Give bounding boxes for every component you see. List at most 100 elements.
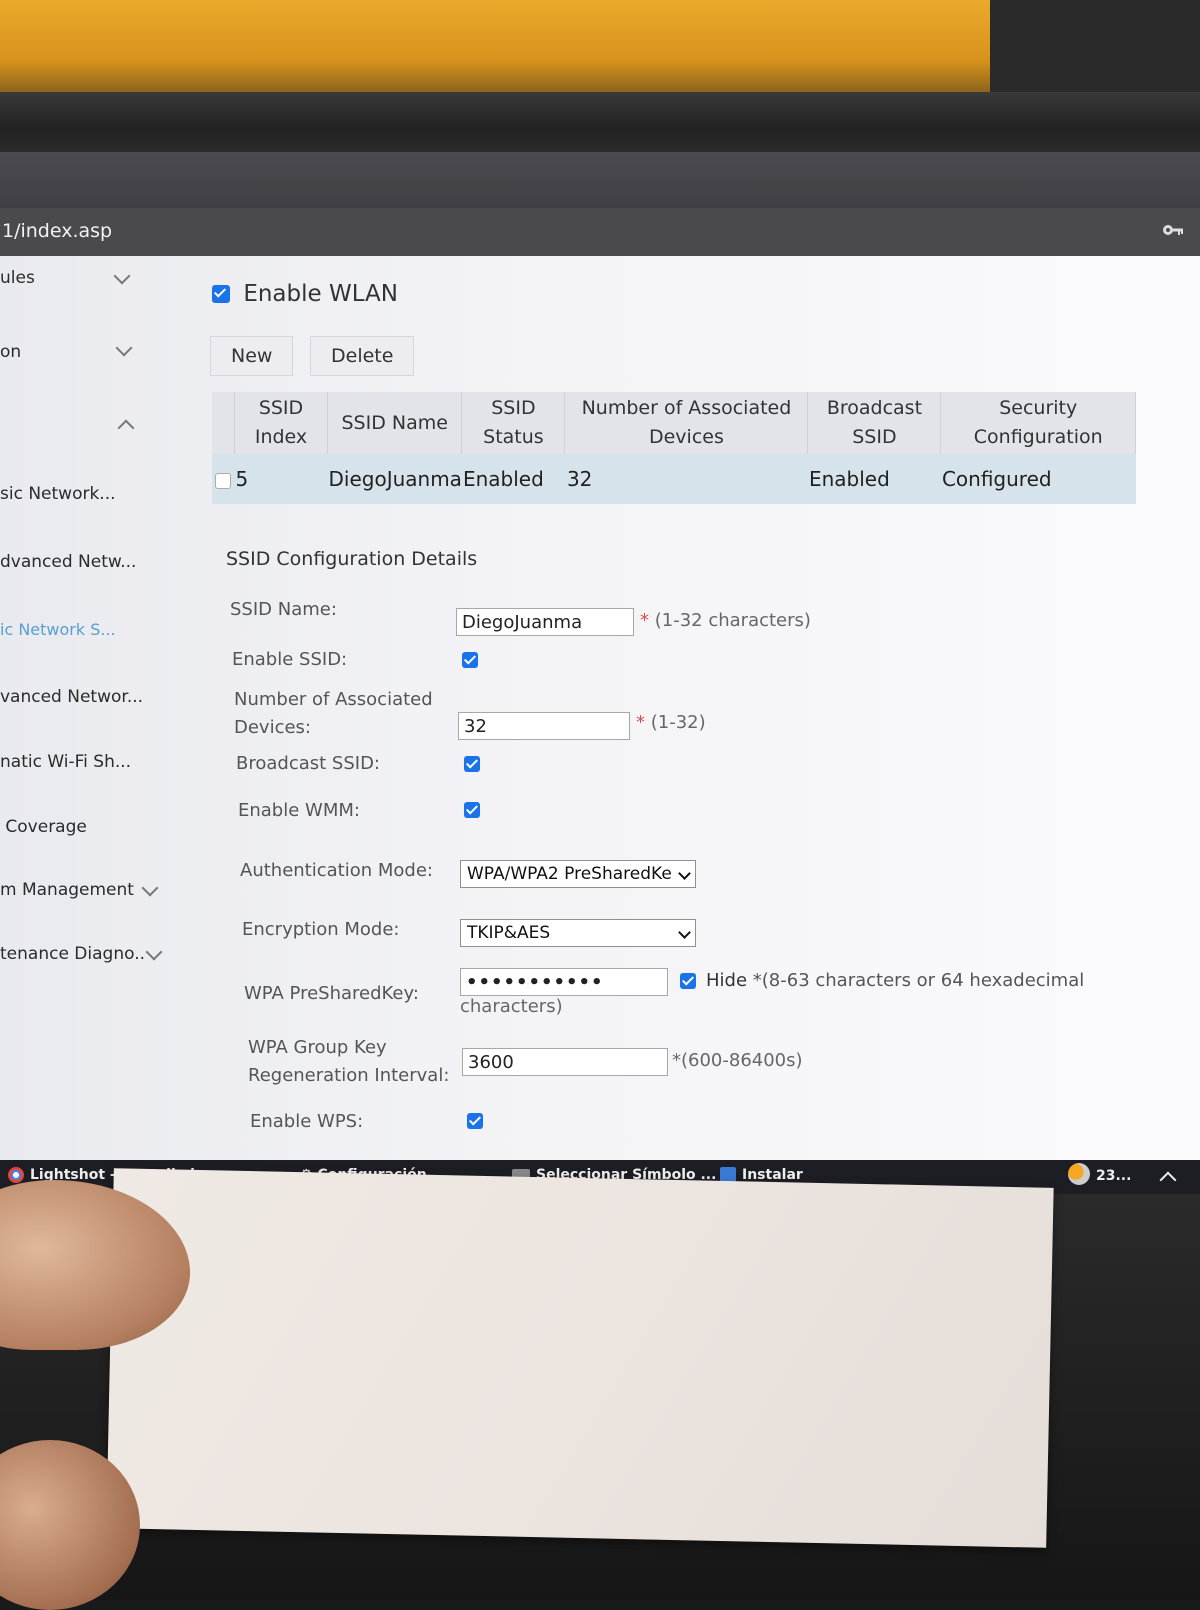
- hide-key-label: Hide *(8-63 characters or 64 hexadecimal: [706, 970, 1084, 991]
- sidebar-item-label: tenance Diagno..: [0, 944, 146, 964]
- key-icon[interactable]: [1162, 222, 1184, 238]
- wpa-presharedkey-hint-cont: characters): [460, 996, 563, 1017]
- chevron-down-icon: [145, 943, 163, 961]
- table-header-ssid-name: SSID Name: [327, 392, 463, 454]
- wpa-presharedkey-input[interactable]: •••••••••••: [460, 968, 668, 996]
- enable-wlan-row: Enable WLAN: [212, 280, 398, 307]
- row-select-cell[interactable]: [212, 454, 235, 504]
- chevron-down-icon: [678, 867, 691, 880]
- sidebar-item-rules[interactable]: ules: [0, 267, 131, 288]
- enable-wlan-checkbox[interactable]: [212, 284, 230, 303]
- weather-text: 23...: [1096, 1168, 1132, 1184]
- hide-key-checkbox[interactable]: [680, 973, 696, 989]
- sidebar-item-automatic-wifi-shutdown[interactable]: natic Wi-Fi Sh...: [0, 752, 131, 772]
- hide-key-label-text: Hide: [706, 970, 748, 991]
- chevron-down-icon: [115, 339, 133, 357]
- sidebar-item-label: sic Network...: [0, 484, 116, 504]
- chevron-down-icon: [678, 926, 691, 939]
- sidebar-item-system-management[interactable]: m Management: [0, 879, 159, 900]
- broadcast-ssid-cell: Enabled: [807, 454, 941, 504]
- weather-icon: [1068, 1163, 1090, 1185]
- broadcast-ssid-checkbox[interactable]: [464, 756, 480, 772]
- sidebar-item-label: dvanced Netw...: [0, 552, 137, 572]
- sidebar-item-label: ules: [0, 268, 35, 288]
- wpa-presharedkey-hint: *(8-63 characters or 64 hexadecimal: [752, 970, 1085, 991]
- associated-devices-input[interactable]: 32: [458, 712, 630, 740]
- address-bar[interactable]: 1/index.asp: [0, 208, 1200, 256]
- browser-tab-strip: [0, 152, 1200, 208]
- wpa-presharedkey-label: WPA PreSharedKey:: [244, 983, 419, 1004]
- enable-ssid-label: Enable SSID:: [232, 649, 348, 670]
- sidebar-item-basic-network-settings[interactable]: ic Network S...: [0, 620, 116, 639]
- table-header-row: SSID Index SSID Name SSID Status Number …: [212, 392, 1136, 454]
- ssid-table: SSID Index SSID Name SSID Status Number …: [212, 392, 1136, 504]
- authentication-mode-select[interactable]: WPA/WPA2 PreSharedKe: [460, 860, 696, 888]
- chrome-icon: [8, 1167, 24, 1183]
- sidebar-item-label: Coverage: [0, 817, 87, 837]
- ssid-name-hint-text: (1-32 characters): [654, 610, 811, 631]
- sidebar-item-advanced-network[interactable]: dvanced Netw...: [0, 552, 136, 572]
- associated-devices-label: Number of Associated Devices:: [234, 686, 433, 742]
- sidebar-item-label: m Management: [0, 880, 134, 900]
- background-dark-area: [990, 0, 1200, 100]
- delete-button[interactable]: Delete: [310, 336, 415, 376]
- broadcast-ssid-label: Broadcast SSID:: [236, 753, 380, 774]
- ssid-name-input[interactable]: DiegoJuanma: [456, 608, 634, 636]
- enable-wlan-label: Enable WLAN: [243, 280, 398, 307]
- sidebar-item-label: vanced Networ...: [0, 687, 144, 707]
- authentication-mode-label: Authentication Mode:: [240, 860, 433, 881]
- enable-wps-checkbox[interactable]: [467, 1113, 483, 1129]
- url-text[interactable]: 1/index.asp: [2, 220, 112, 242]
- sidebar-item-label: ic Network S...: [0, 620, 116, 639]
- group-key-interval-input[interactable]: 3600: [462, 1048, 668, 1076]
- sidebar-item-label: natic Wi-Fi Sh...: [0, 752, 132, 772]
- table-row[interactable]: 5 DiegoJuanma Enabled 32 Enabled Configu…: [212, 454, 1136, 504]
- sidebar-item-coverage[interactable]: Coverage: [0, 817, 87, 837]
- group-key-interval-label: WPA Group Key Regeneration Interval:: [248, 1034, 449, 1090]
- section-title: SSID Configuration Details: [226, 548, 478, 570]
- sidebar-item-advanced-network-settings[interactable]: vanced Networ...: [0, 687, 143, 707]
- associated-devices-hint: * (1-32): [636, 712, 706, 733]
- new-button[interactable]: New: [210, 336, 294, 376]
- chevron-down-icon: [141, 879, 159, 897]
- sidebar-item-on[interactable]: on: [0, 339, 133, 362]
- required-star: *: [640, 610, 649, 631]
- sidebar-item-basic-network[interactable]: sic Network...: [0, 484, 116, 504]
- enable-wps-label: Enable WPS:: [250, 1111, 364, 1132]
- paper-card: [106, 1168, 1054, 1548]
- chevron-up-icon[interactable]: [1159, 1171, 1177, 1189]
- enable-wmm-label: Enable WMM:: [238, 800, 360, 821]
- sidebar-item-label: on: [0, 342, 22, 362]
- router-config-page: ules on sic Network... dvanced Netw... i…: [0, 256, 1200, 1160]
- associated-devices-hint-text: (1-32): [650, 712, 706, 733]
- table-header-broadcast-ssid: Broadcast SSID: [807, 392, 942, 454]
- authentication-mode-value: WPA/WPA2 PreSharedKe: [467, 864, 672, 884]
- row-select-checkbox[interactable]: [215, 472, 232, 489]
- encryption-mode-label: Encryption Mode:: [242, 919, 400, 940]
- ssid-status-cell: Enabled: [461, 454, 565, 504]
- associated-devices-label-line1: Number of Associated: [234, 689, 433, 710]
- table-header-security-configuration: Security Configuration: [940, 392, 1136, 454]
- chevron-down-icon: [113, 267, 131, 285]
- weather-widget[interactable]: 23...: [1068, 1163, 1132, 1185]
- enable-ssid-checkbox[interactable]: [462, 652, 478, 668]
- associated-devices-label-line2: Devices:: [234, 717, 312, 738]
- group-key-interval-hint: *(600-86400s): [672, 1050, 803, 1071]
- ssid-name-hint: * (1-32 characters): [640, 610, 811, 631]
- encryption-mode-select[interactable]: TKIP&AES: [460, 919, 696, 947]
- sidebar-item-wifi-group[interactable]: [0, 416, 140, 437]
- table-header-ssid-status: SSID Status: [461, 392, 566, 454]
- security-configuration-cell: Configured: [940, 454, 1136, 504]
- sidebar-item-maintenance-diagnosis[interactable]: tenance Diagno..: [0, 943, 163, 964]
- table-header-select: [212, 392, 235, 454]
- associated-devices-cell: 32: [564, 454, 808, 504]
- monitor-bezel: [0, 92, 1200, 154]
- group-key-label-line1: WPA Group Key: [248, 1037, 387, 1058]
- table-header-ssid-index: SSID Index: [234, 392, 328, 454]
- table-header-associated-devices: Number of Associated Devices: [564, 392, 809, 454]
- ssid-index-cell: 5: [234, 454, 328, 504]
- encryption-mode-value: TKIP&AES: [467, 923, 551, 943]
- ssid-name-cell: DiegoJuanma: [327, 454, 462, 504]
- enable-wmm-checkbox[interactable]: [464, 802, 480, 818]
- ssid-name-label: SSID Name:: [230, 599, 337, 620]
